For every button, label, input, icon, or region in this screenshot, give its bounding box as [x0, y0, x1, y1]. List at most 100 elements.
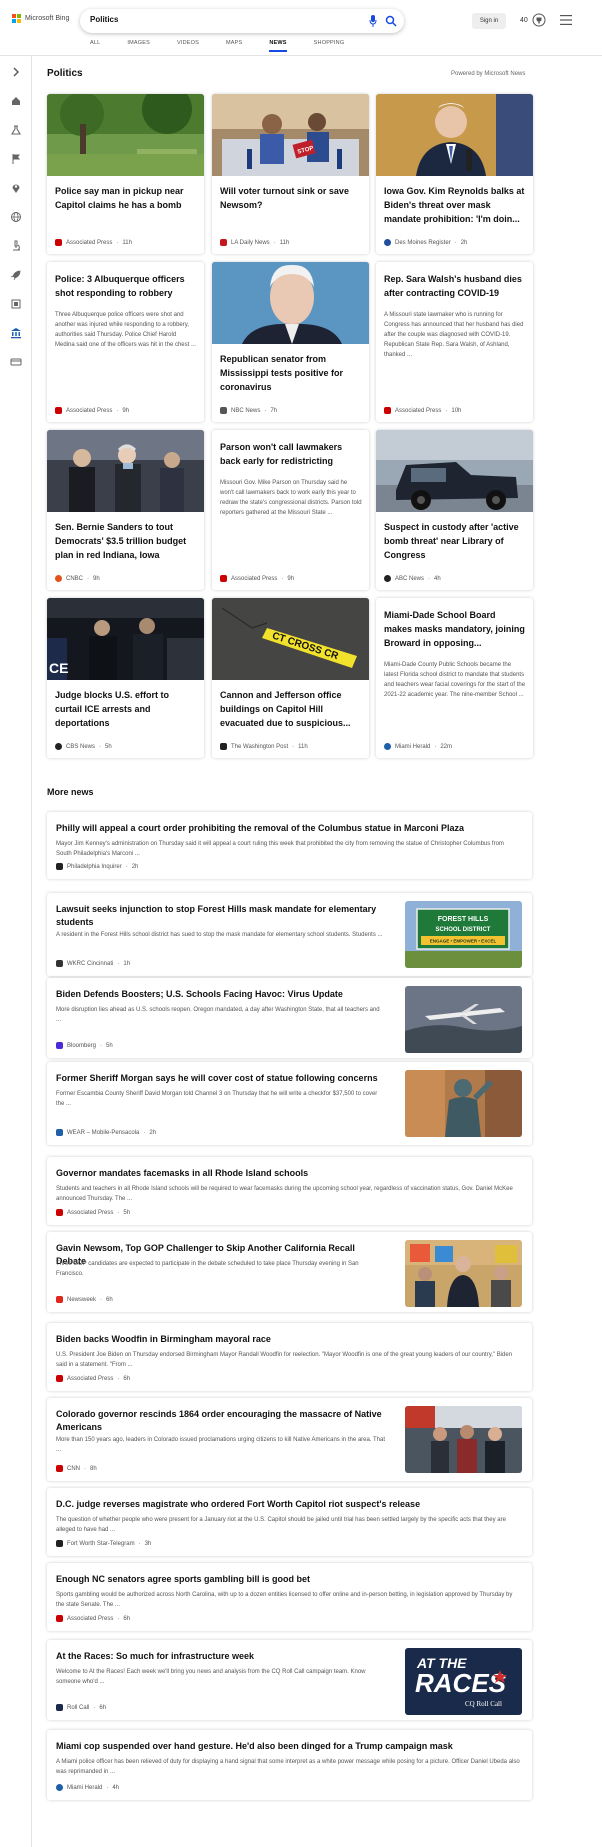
microphone-icon[interactable]	[369, 15, 377, 27]
sign-in-button[interactable]: Sign in	[472, 13, 506, 29]
flask-icon[interactable]	[10, 124, 22, 136]
news-list-item[interactable]: Governor mandates facemasks in all Rhode…	[47, 1157, 532, 1225]
card-source[interactable]: Associated Press · 10h	[384, 407, 461, 414]
tab-images[interactable]: IMAGES	[127, 40, 150, 52]
news-list-item[interactable]: Former Sheriff Morgan says he will cover…	[47, 1062, 532, 1145]
news-card[interactable]: Iowa Gov. Kim Reynolds balks at Biden's …	[376, 94, 533, 254]
item-source[interactable]: WKRC Cincinnati · 1h	[56, 960, 130, 967]
item-title[interactable]: Enough NC senators agree sports gambling…	[56, 1573, 521, 1586]
news-card[interactable]: CT CROSS CR Cannon and Jefferson office …	[212, 598, 369, 758]
card-source[interactable]: Des Moines Register · 2h	[384, 239, 467, 246]
item-source[interactable]: Newsweek · 6h	[56, 1296, 113, 1303]
tab-shopping[interactable]: SHOPPING	[314, 40, 345, 52]
bing-logo[interactable]: Microsoft Bing	[12, 14, 69, 23]
search-icon[interactable]	[385, 15, 397, 27]
news-list-item[interactable]: Lawsuit seeks injunction to stop Forest …	[47, 893, 532, 976]
hamburger-menu-icon[interactable]	[560, 15, 572, 25]
rewards-points[interactable]: 40	[520, 17, 528, 24]
news-card[interactable]: Suspect in custody after 'active bomb th…	[376, 430, 533, 590]
news-list-item[interactable]: Biden backs Woodfin in Birmingham mayora…	[47, 1323, 532, 1391]
rewards-trophy-icon[interactable]	[532, 13, 546, 27]
item-source[interactable]: Associated Press · 6h	[56, 1375, 130, 1382]
tab-news[interactable]: NEWS	[269, 40, 287, 52]
card-title[interactable]: Police say man in pickup near Capitol cl…	[55, 184, 197, 212]
search-input[interactable]: Politics	[90, 15, 118, 24]
item-source[interactable]: Associated Press · 6h	[56, 1615, 130, 1622]
card-title[interactable]: Iowa Gov. Kim Reynolds balks at Biden's …	[384, 184, 526, 226]
news-card[interactable]: STOP Will voter turnout sink or save New…	[212, 94, 369, 254]
item-title[interactable]: Biden Defends Boosters; U.S. Schools Fac…	[56, 988, 386, 1001]
news-list-item[interactable]: Enough NC senators agree sports gambling…	[47, 1563, 532, 1631]
rocket-icon[interactable]	[10, 269, 22, 281]
card-title[interactable]: Police: 3 Albuquerque officers shot resp…	[55, 272, 197, 300]
card-source[interactable]: CBS News · 5h	[55, 743, 112, 750]
globe-icon[interactable]	[10, 211, 22, 223]
powered-by[interactable]: Powered by Microsoft News	[451, 71, 525, 77]
tab-videos[interactable]: VIDEOS	[177, 40, 199, 52]
news-card[interactable]: CE Judge blocks U.S. effort to curtail I…	[47, 598, 204, 758]
news-list-item[interactable]: At the Races: So much for infrastructure…	[47, 1640, 532, 1720]
card-title[interactable]: Judge blocks U.S. effort to curtail ICE …	[55, 688, 197, 730]
card-source[interactable]: Associated Press · 9h	[220, 575, 294, 582]
item-source[interactable]: Associated Press · 5h	[56, 1209, 130, 1216]
news-list-item[interactable]: Miami cop suspended over hand gesture. H…	[47, 1730, 532, 1800]
tab-maps[interactable]: MAPS	[226, 40, 242, 52]
flag-icon[interactable]	[10, 153, 22, 165]
news-card[interactable]: Rep. Sara Walsh's husband dies after con…	[376, 262, 533, 422]
item-source[interactable]: CNN · 8h	[56, 1465, 97, 1472]
item-source[interactable]: WEAR – Mobile-Pensacola · 2h	[56, 1129, 156, 1136]
news-list-item[interactable]: Biden Defends Boosters; U.S. Schools Fac…	[47, 978, 532, 1058]
card-source[interactable]: NBC News · 7h	[220, 407, 277, 414]
news-list-item[interactable]: Colorado governor rescinds 1864 order en…	[47, 1398, 532, 1481]
card-title[interactable]: Suspect in custody after 'active bomb th…	[384, 520, 526, 562]
news-card[interactable]: Miami-Dade School Board makes masks mand…	[376, 598, 533, 758]
search-box[interactable]: Politics	[80, 9, 404, 33]
item-snippet: Mayor Jim Kenney's administration on Thu…	[56, 841, 504, 857]
card-title[interactable]: Cannon and Jefferson office buildings on…	[220, 688, 362, 730]
news-card[interactable]: Police say man in pickup near Capitol cl…	[47, 94, 204, 254]
item-source[interactable]: Bloomberg · 5h	[56, 1042, 113, 1049]
item-title[interactable]: Miami cop suspended over hand gesture. H…	[56, 1740, 521, 1753]
item-title[interactable]: Governor mandates facemasks in all Rhode…	[56, 1167, 521, 1180]
card-source[interactable]: Associated Press · 11h	[55, 239, 132, 246]
home-icon[interactable]	[10, 95, 22, 107]
card-source[interactable]: The Washington Post · 11h	[220, 743, 308, 750]
card-source[interactable]: ABC News · 4h	[384, 575, 441, 582]
item-title[interactable]: Biden backs Woodfin in Birmingham mayora…	[56, 1333, 521, 1346]
chevron-right-icon[interactable]	[10, 66, 22, 78]
item-title[interactable]: At the Races: So much for infrastructure…	[56, 1650, 386, 1663]
film-icon[interactable]	[10, 298, 22, 310]
item-source[interactable]: Miami Herald · 4h	[56, 1784, 119, 1791]
card-title[interactable]: Miami-Dade School Board makes masks mand…	[384, 608, 526, 650]
card-source[interactable]: CNBC · 9h	[55, 575, 100, 582]
tab-all[interactable]: ALL	[90, 40, 100, 52]
dot-separator: ·	[292, 743, 295, 750]
card-source[interactable]: Associated Press · 9h	[55, 407, 129, 414]
news-list-item[interactable]: Philly will appeal a court order prohibi…	[47, 812, 532, 879]
news-card[interactable]: Republican senator from Mississippi test…	[212, 262, 369, 422]
item-title[interactable]: Philly will appeal a court order prohibi…	[56, 822, 521, 835]
item-source[interactable]: Roll Call · 6h	[56, 1704, 106, 1711]
card-icon[interactable]	[10, 356, 22, 368]
item-source[interactable]: Philadelphia Inquirer · 2h	[56, 863, 138, 870]
card-title[interactable]: Sen. Bernie Sanders to tout Democrats' $…	[55, 520, 197, 562]
card-source[interactable]: Miami Herald · 22m	[384, 743, 452, 750]
card-title[interactable]: Rep. Sara Walsh's husband dies after con…	[384, 272, 526, 300]
card-source[interactable]: LA Daily News · 11h	[220, 239, 289, 246]
item-title[interactable]: D.C. judge reverses magistrate who order…	[56, 1498, 521, 1511]
news-list-item[interactable]: D.C. judge reverses magistrate who order…	[47, 1488, 532, 1556]
item-title[interactable]: Former Sheriff Morgan says he will cover…	[56, 1072, 386, 1085]
microscope-icon[interactable]	[10, 240, 22, 252]
news-card[interactable]: Parson won't call lawmakers back early f…	[212, 430, 369, 590]
item-title[interactable]: Lawsuit seeks injunction to stop Forest …	[56, 903, 386, 929]
card-title[interactable]: Will voter turnout sink or save Newsom?	[220, 184, 362, 212]
card-title[interactable]: Parson won't call lawmakers back early f…	[220, 440, 362, 468]
pin-icon[interactable]	[10, 182, 22, 194]
news-card[interactable]: Sen. Bernie Sanders to tout Democrats' $…	[47, 430, 204, 590]
item-source[interactable]: Fort Worth Star-Telegram · 3h	[56, 1540, 151, 1547]
news-list-item[interactable]: Gavin Newsom, Top GOP Challenger to Skip…	[47, 1232, 532, 1312]
news-card[interactable]: Police: 3 Albuquerque officers shot resp…	[47, 262, 204, 422]
bank-icon[interactable]	[10, 327, 22, 339]
item-title[interactable]: Colorado governor rescinds 1864 order en…	[56, 1408, 386, 1434]
card-title[interactable]: Republican senator from Mississippi test…	[220, 352, 362, 394]
